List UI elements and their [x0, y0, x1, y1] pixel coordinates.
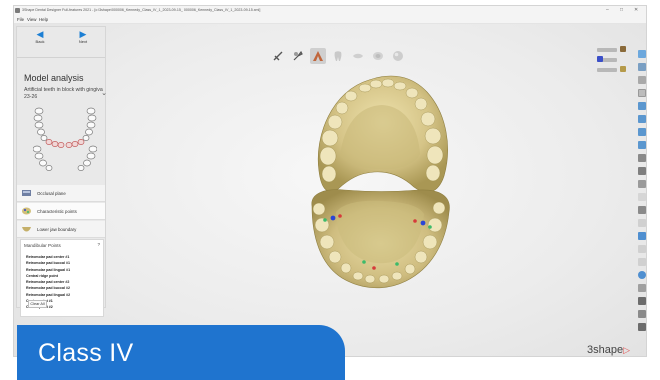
back-button[interactable]: ◀ Back: [20, 29, 60, 51]
view-front-icon[interactable]: [638, 50, 646, 58]
upper-jaw-icon[interactable]: [310, 48, 326, 64]
chevron-down-icon: ⌄: [101, 90, 107, 97]
clipboard-icon[interactable]: [638, 284, 646, 292]
list-item[interactable]: Retromolar pad buccal #2: [26, 285, 70, 291]
logo-text: 3shape: [587, 344, 624, 356]
next-button[interactable]: ▶ Next: [63, 29, 103, 51]
list-item[interactable]: Retromolar pad lingual #1: [26, 267, 70, 273]
tooth-icon[interactable]: [330, 48, 346, 64]
camera-icon[interactable]: [638, 89, 646, 97]
step-occlusal-plane[interactable]: Occlusal plane: [17, 185, 105, 202]
points-toggle-icon[interactable]: [597, 56, 603, 62]
step-label: Occlusal plane: [37, 191, 66, 196]
occlusal-icon[interactable]: [370, 48, 386, 64]
settings-icon[interactable]: [638, 323, 646, 331]
lower-jaw-toggle-icon[interactable]: [620, 66, 626, 72]
wizard-panel: ◀ Back ▶ Next Model analysis Artificial …: [16, 26, 107, 317]
step-lower-jaw-boundary[interactable]: Lower jaw boundary: [17, 221, 105, 238]
view-bottom-icon[interactable]: [638, 141, 646, 149]
transparency-icon[interactable]: [638, 193, 646, 201]
color-icon[interactable]: [638, 271, 646, 279]
view-fit-icon[interactable]: [638, 63, 646, 71]
banner-text: Class IV: [38, 339, 134, 367]
clear-all-button[interactable]: Clear All: [28, 300, 47, 308]
upper-jaw-model[interactable]: [317, 75, 448, 193]
panel-title: Model analysis: [24, 73, 84, 83]
class-banner: Class IV: [17, 325, 345, 380]
help-icon[interactable]: ?: [97, 242, 100, 247]
logo-mark-icon: ▷: [623, 345, 631, 355]
next-label: Next: [78, 39, 88, 44]
layers-icon[interactable]: [638, 232, 646, 240]
hide-icon[interactable]: [638, 219, 646, 227]
list-header: Mandibular Points: [24, 243, 61, 248]
measure-icon[interactable]: [638, 154, 646, 162]
view-side-icon[interactable]: [638, 115, 646, 123]
grid-icon[interactable]: [638, 258, 646, 266]
light-icon[interactable]: [638, 245, 646, 253]
section-icon[interactable]: [638, 167, 646, 175]
tools-icon[interactable]: [638, 310, 646, 318]
annotation-icon[interactable]: [638, 206, 646, 214]
restoration-dropdown[interactable]: Artificial teeth in block with gingiva 2…: [24, 87, 107, 101]
sphere-icon[interactable]: [390, 48, 406, 64]
occlusal-plane-icon: [22, 190, 31, 196]
zoom-icon[interactable]: [638, 180, 646, 188]
step-label: Lower jaw boundary: [37, 227, 77, 232]
video-frame: 3Shape Dental Designer Full-features 202…: [0, 0, 660, 380]
list-item[interactable]: Retromolar pad buccal #1: [26, 260, 70, 266]
brand-logo: 3shape▷: [587, 344, 630, 356]
upper-jaw-toggle-icon[interactable]: [620, 46, 626, 52]
arrow-right-icon: ▶: [79, 29, 87, 39]
arrow-left-icon: ◀: [36, 29, 44, 39]
dropdown-value: Artificial teeth in block with gingiva 2…: [24, 87, 103, 100]
view-top-icon[interactable]: [638, 102, 646, 110]
divider: [17, 57, 105, 58]
step-characteristic-points[interactable]: Characteristic points: [17, 203, 105, 220]
characteristic-points-icon: [22, 207, 31, 215]
view-slider-lower[interactable]: [597, 68, 617, 72]
back-label: Back: [35, 39, 45, 44]
brush-tool-icon[interactable]: [290, 48, 306, 64]
application-window: 3Shape Dental Designer Full-features 202…: [13, 5, 647, 357]
rotate-icon[interactable]: [638, 76, 646, 84]
undo-icon[interactable]: [638, 297, 646, 305]
view-slider-upper[interactable]: [597, 48, 617, 52]
tooth-chart-icon[interactable]: [33, 107, 97, 171]
gingiva-icon[interactable]: [350, 48, 366, 64]
lower-jaw-model[interactable]: [311, 189, 450, 289]
view-back-icon[interactable]: [638, 128, 646, 136]
cut-tool-icon[interactable]: [270, 48, 286, 64]
step-label: Characteristic points: [37, 209, 77, 214]
lower-jaw-boundary-icon: [22, 227, 31, 232]
